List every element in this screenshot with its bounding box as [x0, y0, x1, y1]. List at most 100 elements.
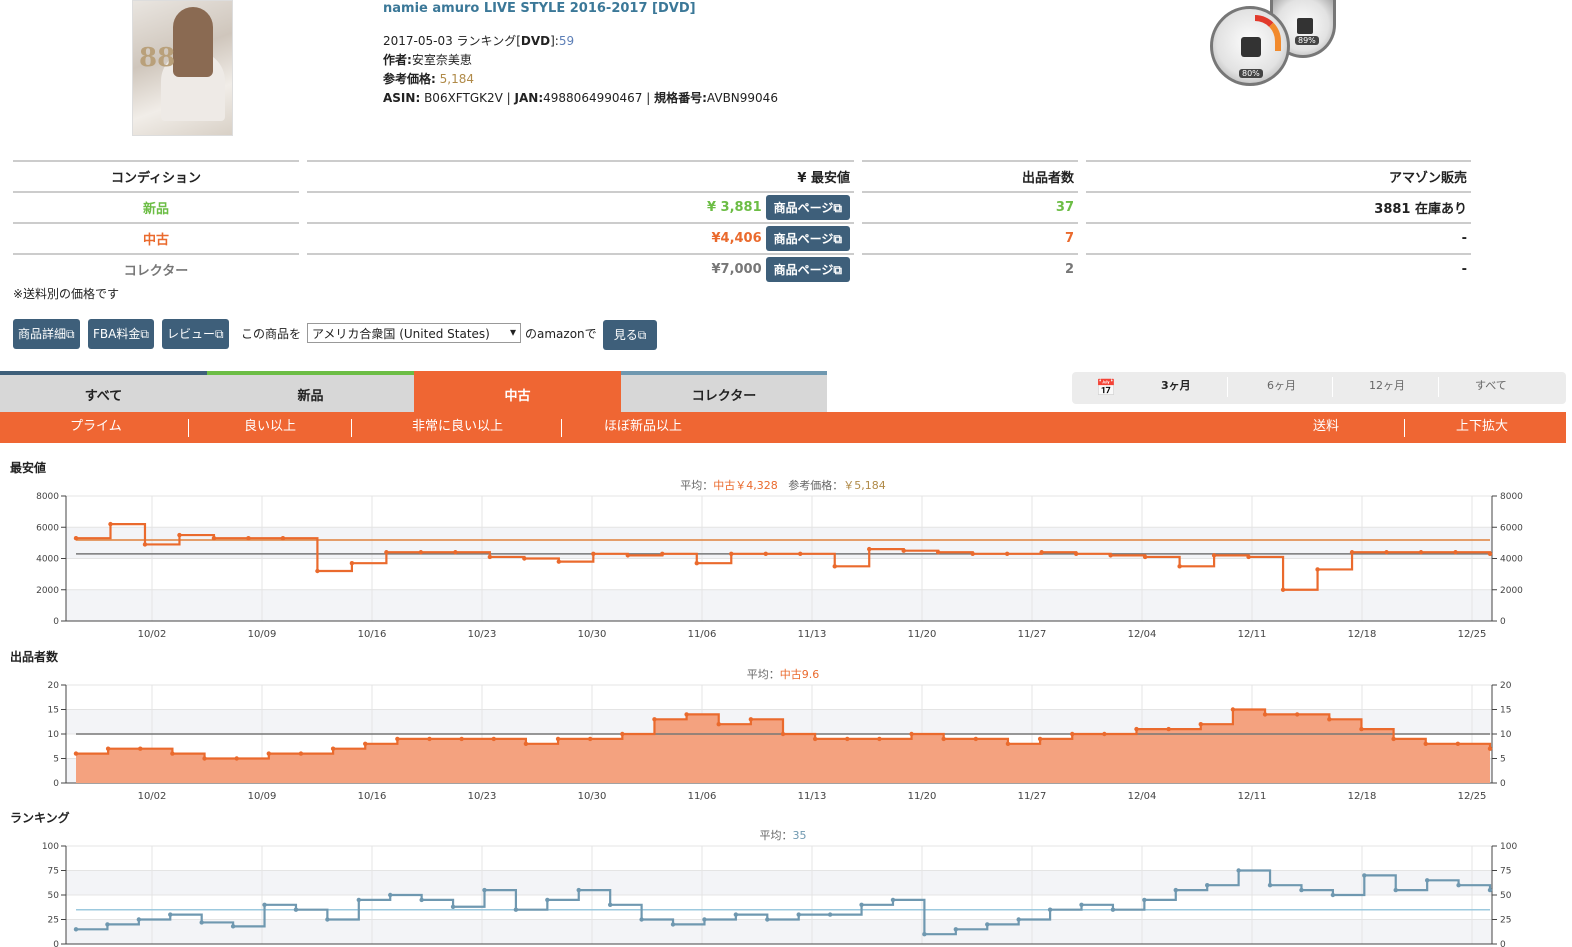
ranking-close: ]:	[550, 34, 559, 48]
condition-table: コンディション ¥ 最安値 出品者数 アマゾン販売 新品 ¥ 3,881 商品ペー…	[13, 160, 1471, 284]
data-point	[1236, 868, 1241, 873]
y-tick-label-left: 4000	[36, 555, 59, 565]
country-suffix: のamazonで	[525, 327, 597, 341]
data-point	[1177, 564, 1182, 569]
data-point	[1102, 731, 1107, 737]
view-button[interactable]: 見る⧉	[603, 320, 657, 350]
range-6m[interactable]: 6ヶ月	[1267, 372, 1296, 400]
review-button[interactable]: レビュー⧉	[162, 319, 229, 349]
data-point	[591, 551, 596, 557]
product-page-button[interactable]: 商品ページ⧉	[765, 195, 850, 220]
row-price: ¥7,000	[711, 262, 762, 277]
data-point	[1359, 726, 1364, 732]
data-point	[620, 731, 625, 737]
range-3m[interactable]: 3ヶ月	[1161, 372, 1191, 400]
data-point	[1384, 550, 1389, 555]
data-point	[660, 551, 665, 557]
country-select[interactable]: アメリカ合衆国 (United States) ▾	[307, 323, 521, 343]
data-point	[555, 736, 561, 742]
data-point	[142, 542, 148, 547]
data-point	[890, 897, 896, 903]
range-all[interactable]: すべて	[1475, 372, 1507, 400]
data-point	[1205, 883, 1210, 888]
y-tick-label-right: 10	[1500, 730, 1512, 740]
data-point	[1047, 907, 1053, 912]
data-point	[315, 568, 320, 574]
data-point	[953, 927, 959, 932]
data-point	[765, 917, 770, 922]
data-point	[1142, 554, 1148, 560]
range-selector: 📅 3ヶ月 6ヶ月 12ヶ月 すべて	[1072, 372, 1566, 404]
x-tick-label: 10/23	[468, 791, 497, 802]
data-point	[780, 731, 786, 737]
data-point	[1073, 551, 1079, 557]
data-point	[523, 741, 529, 746]
data-point	[266, 751, 272, 756]
x-tick-label: 12/25	[1458, 629, 1487, 640]
author-value: 安室奈美恵	[411, 53, 472, 67]
data-point	[1349, 550, 1355, 555]
y-tick-label-right: 0	[1500, 617, 1506, 627]
filter-very-good-plus[interactable]: 非常に良い以上	[412, 412, 503, 442]
section-title-price: 最安値	[10, 461, 47, 475]
header-condition: コンディション	[13, 160, 299, 191]
chevron-down-icon: ▾	[509, 325, 516, 339]
data-point	[798, 551, 803, 557]
data-point	[1070, 731, 1075, 737]
data-point	[1267, 883, 1273, 888]
data-point	[170, 751, 175, 756]
filter-good-plus[interactable]: 良い以上	[244, 412, 296, 442]
product-detail-button[interactable]: 商品詳細⧉	[13, 319, 80, 349]
fba-fee-button[interactable]: FBA料金⧉	[88, 319, 154, 349]
data-point	[867, 546, 872, 552]
x-tick-label: 10/30	[578, 629, 607, 640]
data-point	[587, 736, 593, 742]
data-point	[419, 897, 424, 903]
data-point	[684, 712, 689, 717]
filter-vertical-zoom[interactable]: 上下拡大	[1456, 412, 1508, 442]
external-link-icon: ⧉	[833, 232, 842, 246]
country-select-value: アメリカ合衆国 (United States)	[312, 327, 490, 341]
data-point	[545, 897, 550, 903]
range-12m[interactable]: 12ヶ月	[1369, 372, 1405, 400]
tab-new[interactable]: 新品	[207, 371, 414, 412]
data-point	[177, 532, 182, 538]
data-point	[812, 736, 818, 742]
filter-shipping[interactable]: 送料	[1313, 412, 1339, 442]
disc-icon	[1241, 37, 1261, 57]
filter-prime[interactable]: プライム	[70, 412, 122, 442]
filter-like-new-plus[interactable]: ほぼ新品以上	[604, 412, 682, 442]
ranking-line: 2017-05-03 ランキング[DVD]:59	[383, 32, 574, 49]
data-point	[1246, 554, 1251, 560]
data-point	[1487, 551, 1493, 557]
external-link-icon: ⧉	[140, 327, 149, 341]
data-point	[859, 902, 864, 907]
y-tick-label-right: 75	[1500, 867, 1511, 877]
data-point	[556, 559, 562, 564]
model-value: AVBN99046	[706, 91, 778, 105]
data-point	[450, 904, 456, 909]
product-title[interactable]: namie amuro LIVE STYLE 2016-2017 [DVD]	[383, 1, 696, 16]
data-point	[935, 550, 941, 555]
data-point	[459, 736, 464, 742]
row-count: 7	[862, 222, 1078, 253]
data-point	[1294, 712, 1300, 717]
y-tick-label-right: 20	[1500, 681, 1512, 691]
product-thumbnail[interactable]: 88	[132, 0, 233, 136]
y-tick-label-left: 0	[53, 940, 59, 947]
external-link-icon: ⧉	[215, 327, 224, 341]
product-page-label: 商品ページ	[773, 263, 834, 277]
gauge-large-icon: 80%	[1210, 6, 1290, 86]
data-point	[73, 751, 79, 756]
grid-band	[66, 919, 1492, 944]
product-page-button[interactable]: 商品ページ⧉	[765, 226, 850, 251]
tab-all[interactable]: すべて	[0, 371, 207, 412]
tab-collector[interactable]: コレクター	[621, 371, 827, 412]
ranking-category: DVD	[520, 34, 551, 48]
tab-used[interactable]: 中古	[414, 371, 621, 412]
product-page-button[interactable]: 商品ページ⧉	[765, 257, 850, 282]
external-link-icon: ⧉	[66, 327, 75, 341]
product-page-label: 商品ページ	[773, 232, 834, 246]
table-row: 新品 ¥ 3,881 商品ページ⧉ 37 3881 在庫あり	[13, 191, 1471, 222]
y-tick-label-left: 25	[48, 916, 59, 926]
